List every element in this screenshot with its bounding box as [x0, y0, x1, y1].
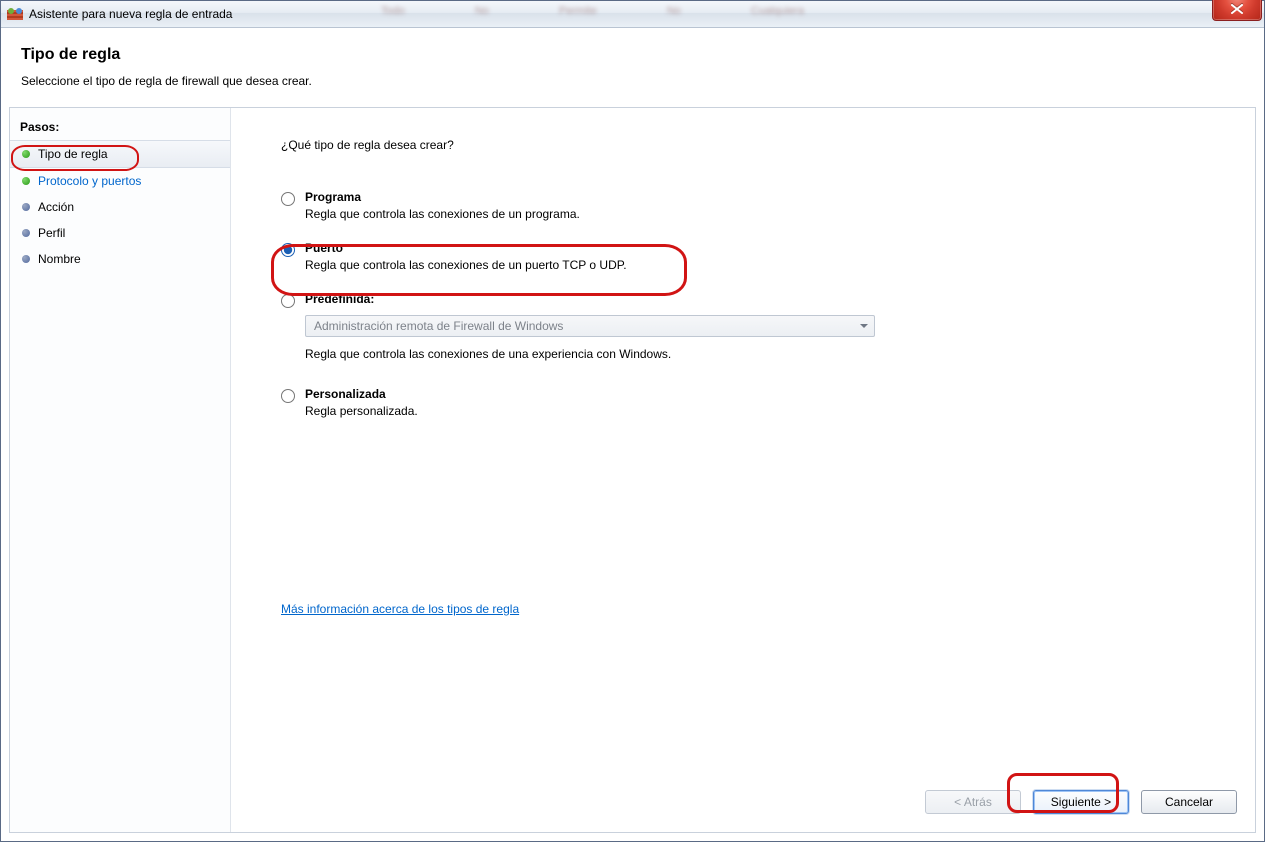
- step-label: Acción: [38, 200, 74, 214]
- step-label: Perfil: [38, 226, 65, 240]
- option-desc: Regla personalizada.: [305, 404, 418, 418]
- more-info-link[interactable]: Más información acerca de los tipos de r…: [281, 602, 519, 616]
- step-label: Tipo de regla: [38, 147, 108, 161]
- background-blur: TodoNoPermiteNoCualquiera: [381, 5, 1208, 22]
- firewall-icon: [7, 6, 23, 22]
- step-bullet-icon: [22, 177, 30, 185]
- wizard-footer: < Atrás Siguiente > Cancelar: [925, 790, 1237, 814]
- dropdown-value: Administración remota de Firewall de Win…: [314, 319, 563, 333]
- cancel-button[interactable]: Cancelar: [1141, 790, 1237, 814]
- option-title: Puerto: [305, 241, 627, 255]
- option-title: Programa: [305, 190, 580, 204]
- radio-personalizada[interactable]: [281, 389, 295, 403]
- steps-list: Tipo de regla Protocolo y puertos Acción…: [10, 140, 230, 272]
- close-icon: [1231, 4, 1243, 14]
- back-button: < Atrás: [925, 790, 1021, 814]
- step-bullet-icon: [22, 229, 30, 237]
- radio-puerto[interactable]: [281, 243, 295, 257]
- option-desc: Regla que controla las conexiones de una…: [305, 347, 671, 361]
- option-desc: Regla que controla las conexiones de un …: [305, 258, 627, 272]
- step-nombre[interactable]: Nombre: [10, 246, 230, 272]
- wizard-header: Tipo de regla Seleccione el tipo de regl…: [1, 28, 1264, 102]
- question-text: ¿Qué tipo de regla desea crear?: [281, 138, 1215, 152]
- wizard-window: Asistente para nueva regla de entrada To…: [0, 0, 1265, 842]
- steps-sidebar: Pasos: Tipo de regla Protocolo y puertos…: [10, 108, 231, 832]
- radio-predefinida[interactable]: [281, 294, 295, 308]
- next-button[interactable]: Siguiente >: [1033, 790, 1129, 814]
- chevron-down-icon: [860, 324, 868, 328]
- page-title: Tipo de regla: [21, 46, 1244, 64]
- wizard-content: ¿Qué tipo de regla desea crear? Programa…: [231, 108, 1255, 832]
- option-programa[interactable]: Programa Regla que controla las conexion…: [281, 190, 921, 221]
- option-predefinida[interactable]: Predefinida: Administración remota de Fi…: [281, 292, 921, 361]
- option-title: Personalizada: [305, 387, 418, 401]
- option-desc: Regla que controla las conexiones de un …: [305, 207, 580, 221]
- page-subtitle: Seleccione el tipo de regla de firewall …: [21, 74, 1244, 88]
- option-personalizada[interactable]: Personalizada Regla personalizada.: [281, 387, 921, 418]
- window-title: Asistente para nueva regla de entrada: [29, 7, 232, 21]
- step-label[interactable]: Protocolo y puertos: [38, 174, 141, 188]
- radio-programa[interactable]: [281, 192, 295, 206]
- more-info-link-wrap: Más información acerca de los tipos de r…: [281, 602, 519, 616]
- step-accion[interactable]: Acción: [10, 194, 230, 220]
- predefined-dropdown[interactable]: Administración remota de Firewall de Win…: [305, 315, 875, 337]
- step-bullet-icon: [22, 203, 30, 211]
- step-bullet-icon: [22, 255, 30, 263]
- step-bullet-icon: [22, 150, 30, 158]
- step-perfil[interactable]: Perfil: [10, 220, 230, 246]
- step-label: Nombre: [38, 252, 81, 266]
- wizard-body: Pasos: Tipo de regla Protocolo y puertos…: [9, 107, 1256, 833]
- step-tipo-de-regla[interactable]: Tipo de regla: [10, 140, 230, 168]
- steps-heading: Pasos:: [10, 116, 230, 140]
- option-title: Predefinida:: [305, 292, 374, 306]
- option-puerto[interactable]: Puerto Regla que controla las conexiones…: [281, 241, 921, 272]
- close-button[interactable]: [1212, 0, 1262, 21]
- titlebar[interactable]: Asistente para nueva regla de entrada To…: [1, 1, 1264, 28]
- step-protocolo-y-puertos[interactable]: Protocolo y puertos: [10, 168, 230, 194]
